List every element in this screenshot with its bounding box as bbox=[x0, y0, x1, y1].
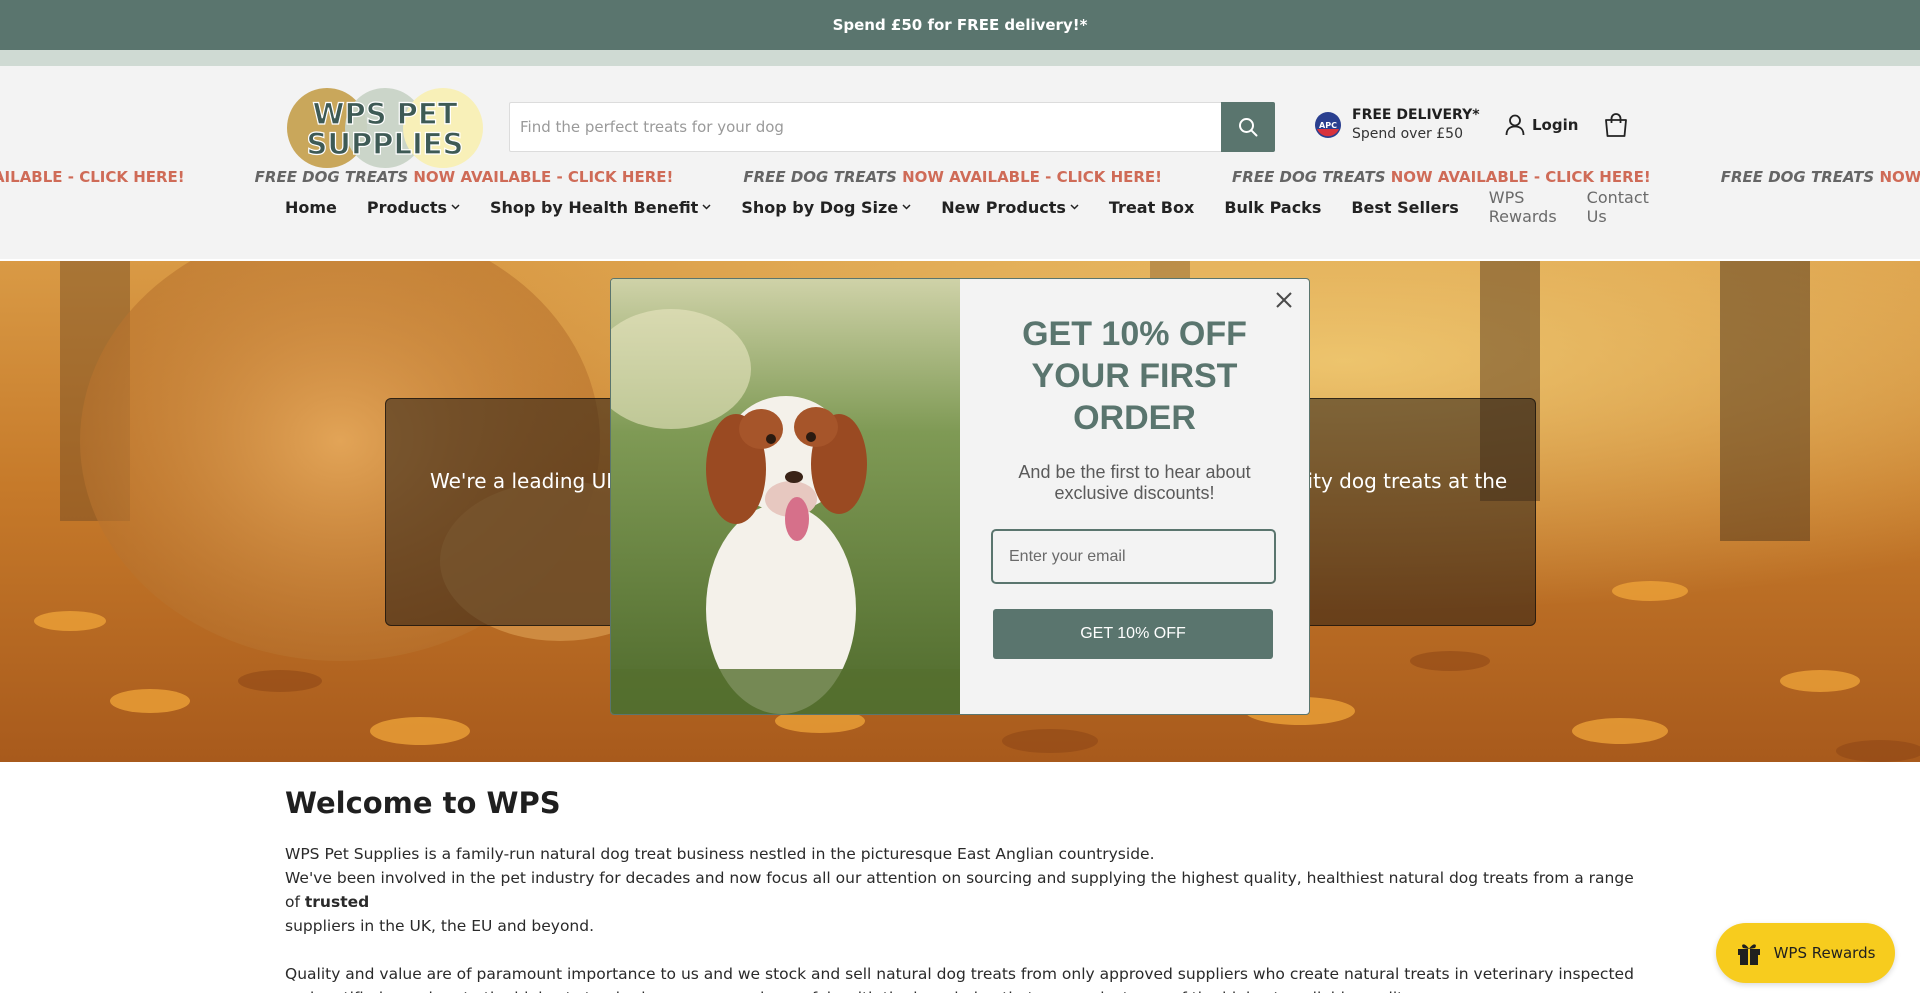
svg-text:SUPPLIES: SUPPLIES bbox=[307, 127, 464, 161]
popup-body: GET 10% OFF YOUR FIRST ORDER And be the … bbox=[960, 279, 1309, 714]
close-icon[interactable] bbox=[1272, 288, 1296, 312]
nav-item-label: Products bbox=[366, 197, 448, 217]
delivery-subtitle: Spend over £50 bbox=[1352, 126, 1463, 142]
nav-item-label: New Products bbox=[941, 197, 1066, 217]
ticker-rest: NOW AVAILABLE - CLICK HERE! bbox=[0, 168, 185, 186]
welcome-section: Welcome to WPS WPS Pet Supplies is a fam… bbox=[285, 786, 1635, 993]
ticker-emphasis: FREE DOG TREATS bbox=[254, 168, 409, 186]
nav-item-label: Shop by Health Benefit bbox=[490, 197, 699, 217]
popup-subtitle: And be the first to hear about exclusive… bbox=[1018, 462, 1251, 503]
para1-line1: WPS Pet Supplies is a family-run natural… bbox=[285, 845, 1155, 863]
search-bar bbox=[509, 102, 1275, 152]
search-input[interactable] bbox=[509, 102, 1221, 152]
nav-link-contact-us[interactable]: Contact Us bbox=[1587, 188, 1649, 226]
nav-item-label: Home bbox=[285, 197, 337, 217]
ticker-item[interactable]: FREE DOG TREATS NOW AVAILABLE - CLICK HE… bbox=[743, 168, 1162, 186]
page-title: Welcome to WPS bbox=[285, 786, 561, 820]
popup-title: GET 10% OFF YOUR FIRST ORDER bbox=[1022, 315, 1247, 437]
nav-item-bulk-packs[interactable]: Bulk Packs bbox=[1224, 198, 1321, 217]
ticker-item[interactable]: FREE DOG TREATS NOW AVAILABLE - CLICK HE… bbox=[1232, 168, 1651, 186]
delivery-title: FREE DELIVERY* bbox=[1352, 107, 1480, 123]
shopping-bag-icon bbox=[1605, 113, 1627, 137]
nav-item-shop-by-dog-size[interactable]: Shop by Dog Size bbox=[741, 198, 911, 217]
nav-item-products[interactable]: Products bbox=[367, 198, 460, 217]
nav-secondary-links: WPS Rewards Contact Us bbox=[1489, 188, 1649, 226]
user-icon bbox=[1505, 114, 1525, 136]
nav-item-new-products[interactable]: New Products bbox=[941, 198, 1079, 217]
para1-line2: We've been involved in the pet industry … bbox=[285, 869, 1634, 911]
ticker-rest: NOW AVAILABLE - CLICK HERE! bbox=[896, 168, 1163, 186]
site-logo[interactable]: WPS PET SUPPLIES bbox=[285, 86, 485, 170]
nav-item-label: Treat Box bbox=[1108, 197, 1195, 217]
para1-bold-word: trusted bbox=[304, 893, 370, 911]
login-label: Login bbox=[1532, 116, 1579, 134]
ticker-rest: NOW AVAILABLE - CLICK HERE! bbox=[1385, 168, 1651, 186]
nav-item-label: Shop by Dog Size bbox=[741, 197, 899, 217]
login-link[interactable]: Login bbox=[1505, 114, 1578, 136]
main-navigation: Home Products Shop by Health Benefit Shop b… bbox=[285, 188, 1649, 226]
nav-item-label: Bulk Packs bbox=[1224, 197, 1322, 217]
email-field[interactable] bbox=[991, 529, 1276, 584]
free-delivery-info: APC FREE DELIVERY* Spend over £50 bbox=[1314, 106, 1480, 144]
nav-item-home[interactable]: Home bbox=[285, 198, 337, 217]
announcement-text: Spend £50 for FREE delivery!* bbox=[832, 16, 1088, 34]
ticker-item[interactable]: EATS NOW AVAILABLE - CLICK HERE! bbox=[0, 168, 185, 186]
search-button[interactable] bbox=[1221, 102, 1275, 152]
apc-logo-icon: APC bbox=[1315, 112, 1341, 138]
svg-text:APC: APC bbox=[1319, 121, 1337, 130]
site-header: WPS PET SUPPLIES APC FREE DELIVERY* Spen… bbox=[0, 66, 1920, 259]
ticker-emphasis: FREE DOG TREATS bbox=[1232, 168, 1386, 186]
announcement-divider bbox=[0, 50, 1920, 66]
svg-text:WPS PET: WPS PET bbox=[312, 97, 457, 131]
hero-text-right: lity dog treats at the bbox=[1302, 469, 1508, 493]
ticker-item[interactable]: FREE DOG TREATS NOW AVAILABLE - CLICK HE… bbox=[255, 168, 674, 186]
ticker-item[interactable]: FREE DOG TREATS NOW AVAILABLE - CLICK HE… bbox=[1721, 168, 1920, 186]
rewards-button[interactable]: WPS Rewards bbox=[1716, 923, 1895, 983]
nav-item-treat-box[interactable]: Treat Box bbox=[1109, 198, 1194, 217]
cart-button[interactable] bbox=[1603, 112, 1629, 142]
ticker-rest: NOW AVAILABLE - CLICK HERE! bbox=[1879, 168, 1920, 186]
gift-icon bbox=[1737, 944, 1760, 965]
nav-item-best-sellers[interactable]: Best Sellers bbox=[1351, 198, 1458, 217]
hero-text-left: We're a leading UK bbox=[430, 469, 620, 493]
para1-line3: suppliers in the UK, the EU and beyond. bbox=[285, 917, 595, 935]
logo-circles-icon: WPS PET SUPPLIES bbox=[287, 88, 483, 168]
popup-dog-image bbox=[611, 279, 960, 714]
nav-item-label: Best Sellers bbox=[1351, 197, 1459, 217]
ticker-rest: NOW AVAILABLE - CLICK HERE! bbox=[408, 168, 674, 186]
announcement-bar: Spend £50 for FREE delivery!* bbox=[0, 0, 1920, 50]
welcome-paragraph-1: WPS Pet Supplies is a family-run natural… bbox=[285, 842, 1635, 938]
nav-link-wps-rewards[interactable]: WPS Rewards bbox=[1489, 188, 1557, 226]
rewards-label: WPS Rewards bbox=[1773, 944, 1876, 962]
ticker-emphasis: FREE DOG TREATS bbox=[743, 168, 897, 186]
welcome-paragraph-2: Quality and value are of paramount impor… bbox=[285, 965, 1634, 993]
promo-ticker[interactable]: EATS NOW AVAILABLE - CLICK HERE! FREE DOG… bbox=[0, 168, 1920, 190]
chevron-down-icon bbox=[902, 204, 911, 210]
chevron-down-icon bbox=[1070, 204, 1079, 210]
chevron-down-icon bbox=[451, 204, 460, 210]
search-icon bbox=[1239, 118, 1258, 137]
ticker-emphasis: FREE DOG TREATS bbox=[1720, 168, 1875, 186]
get-discount-button[interactable]: GET 10% OFF bbox=[993, 609, 1273, 659]
chevron-down-icon bbox=[702, 204, 711, 210]
discount-popup: GET 10% OFF YOUR FIRST ORDER And be the … bbox=[610, 278, 1310, 715]
nav-item-shop-by-health-benefit[interactable]: Shop by Health Benefit bbox=[490, 198, 711, 217]
